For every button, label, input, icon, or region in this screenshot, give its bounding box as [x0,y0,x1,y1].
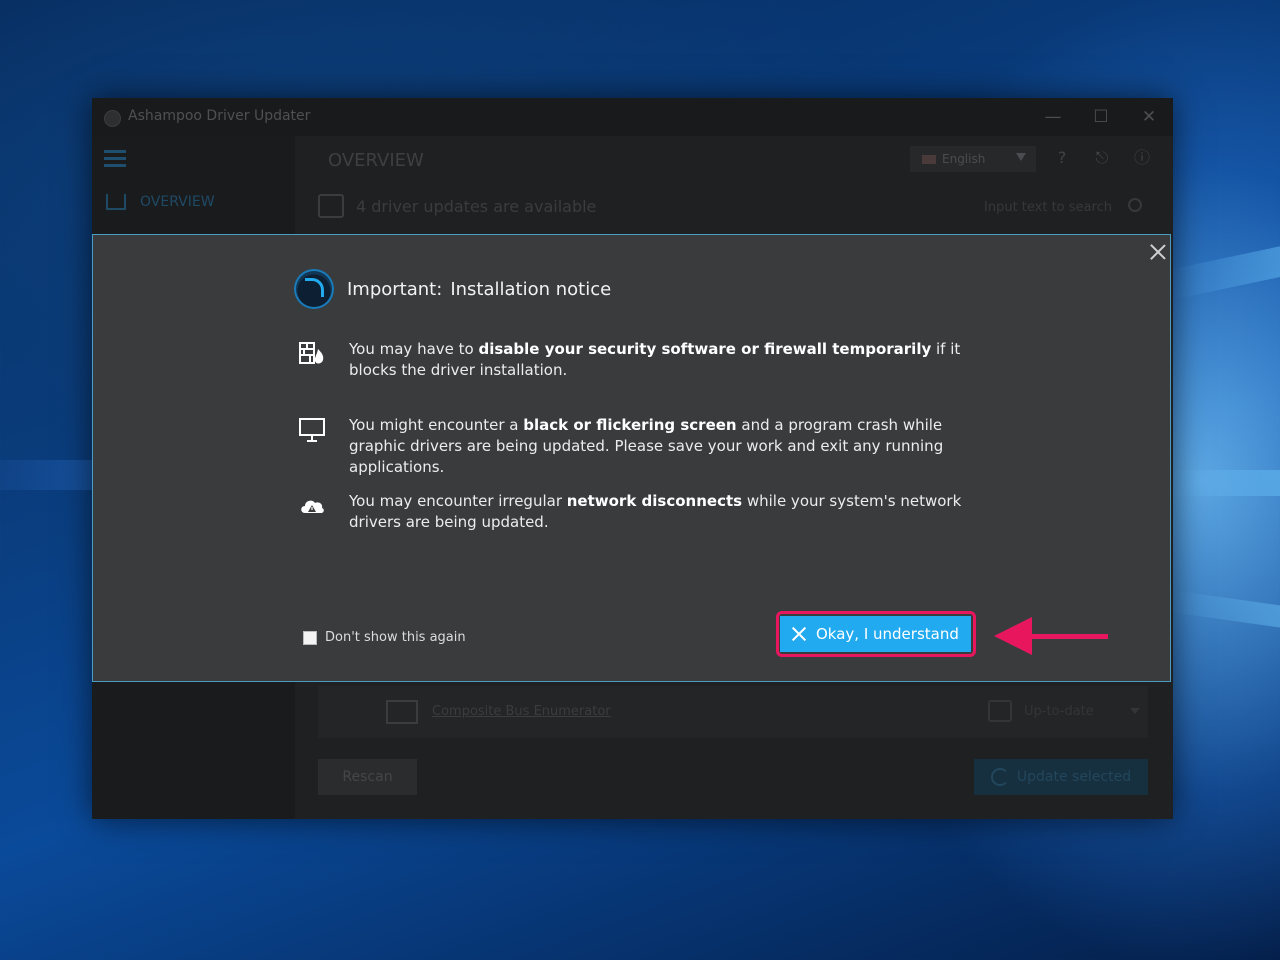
sidebar-item-label: OVERVIEW [140,194,215,210]
cloud-warning-icon [301,500,324,513]
wallpaper-light-beam [1166,241,1280,300]
device-name-link[interactable]: Composite Bus Enumerator [432,704,611,719]
chevron-down-icon[interactable] [1130,708,1140,714]
search-icon[interactable] [1128,198,1142,212]
chevron-down-icon [1016,153,1026,161]
okay-i-understand-button[interactable]: Okay, I understand [780,616,971,652]
minimize-icon[interactable]: — [1040,104,1066,130]
home-icon [106,194,126,210]
language-label: English [942,152,986,166]
maximize-icon[interactable]: ☐ [1088,104,1114,130]
app-title: Ashampoo Driver Updater [128,108,311,124]
annotation-arrow-head [994,617,1032,655]
lock-icon[interactable]: ⎋ [1092,148,1112,168]
monitor-icon [386,700,418,724]
flag-icon [922,154,936,164]
dialog-title-text: Installation notice [450,279,612,300]
annotation-arrow [1020,634,1108,639]
wallpaper-light-beam [1168,590,1280,632]
close-window-icon[interactable]: ✕ [1136,104,1162,130]
help-icon[interactable]: ? [1052,148,1072,168]
language-select[interactable]: English [910,146,1036,172]
table-row[interactable]: Composite Bus Enumerator Up-to-date [318,686,1148,738]
driver-refresh-icon [318,194,344,218]
rescan-button[interactable]: Rescan [318,759,417,795]
update-icon [990,768,1009,786]
wallpaper-light-beam [0,460,95,490]
firewall-icon [299,342,324,364]
close-icon[interactable] [1149,243,1167,261]
ashampoo-logo-icon [294,269,334,309]
titlebar: Ashampoo Driver Updater — ☐ ✕ [92,98,1173,136]
monitor-icon [299,418,325,442]
update-selected-label: Update selected [1016,769,1132,785]
device-status: Up-to-date [1024,704,1094,719]
close-icon [792,627,806,641]
up-to-date-icon [988,700,1012,722]
search-input[interactable]: Input text to search [984,200,1112,215]
ok-button-label: Okay, I understand [816,625,959,643]
sidebar-item-overview[interactable]: OVERVIEW [106,194,215,210]
dont-show-again-checkbox[interactable]: Don't show this again [303,630,466,645]
page-title: OVERVIEW [328,150,424,171]
checkbox[interactable] [303,630,317,645]
status-row: 4 driver updates are available [318,194,596,218]
info-icon[interactable]: ⓘ [1132,148,1152,168]
app-logo-icon [104,110,121,127]
dialog-title: Important: Installation notice [347,279,611,300]
update-selected-button[interactable]: Update selected [974,759,1148,795]
status-text: 4 driver updates are available [356,196,597,216]
wallpaper-light-beam [1170,470,1280,496]
installation-notice-dialog: Important: Installation notice You may h… [92,234,1171,682]
dont-show-again-label: Don't show this again [325,630,466,645]
dialog-title-prefix: Important: [347,279,443,300]
hamburger-menu-icon[interactable] [104,150,126,171]
